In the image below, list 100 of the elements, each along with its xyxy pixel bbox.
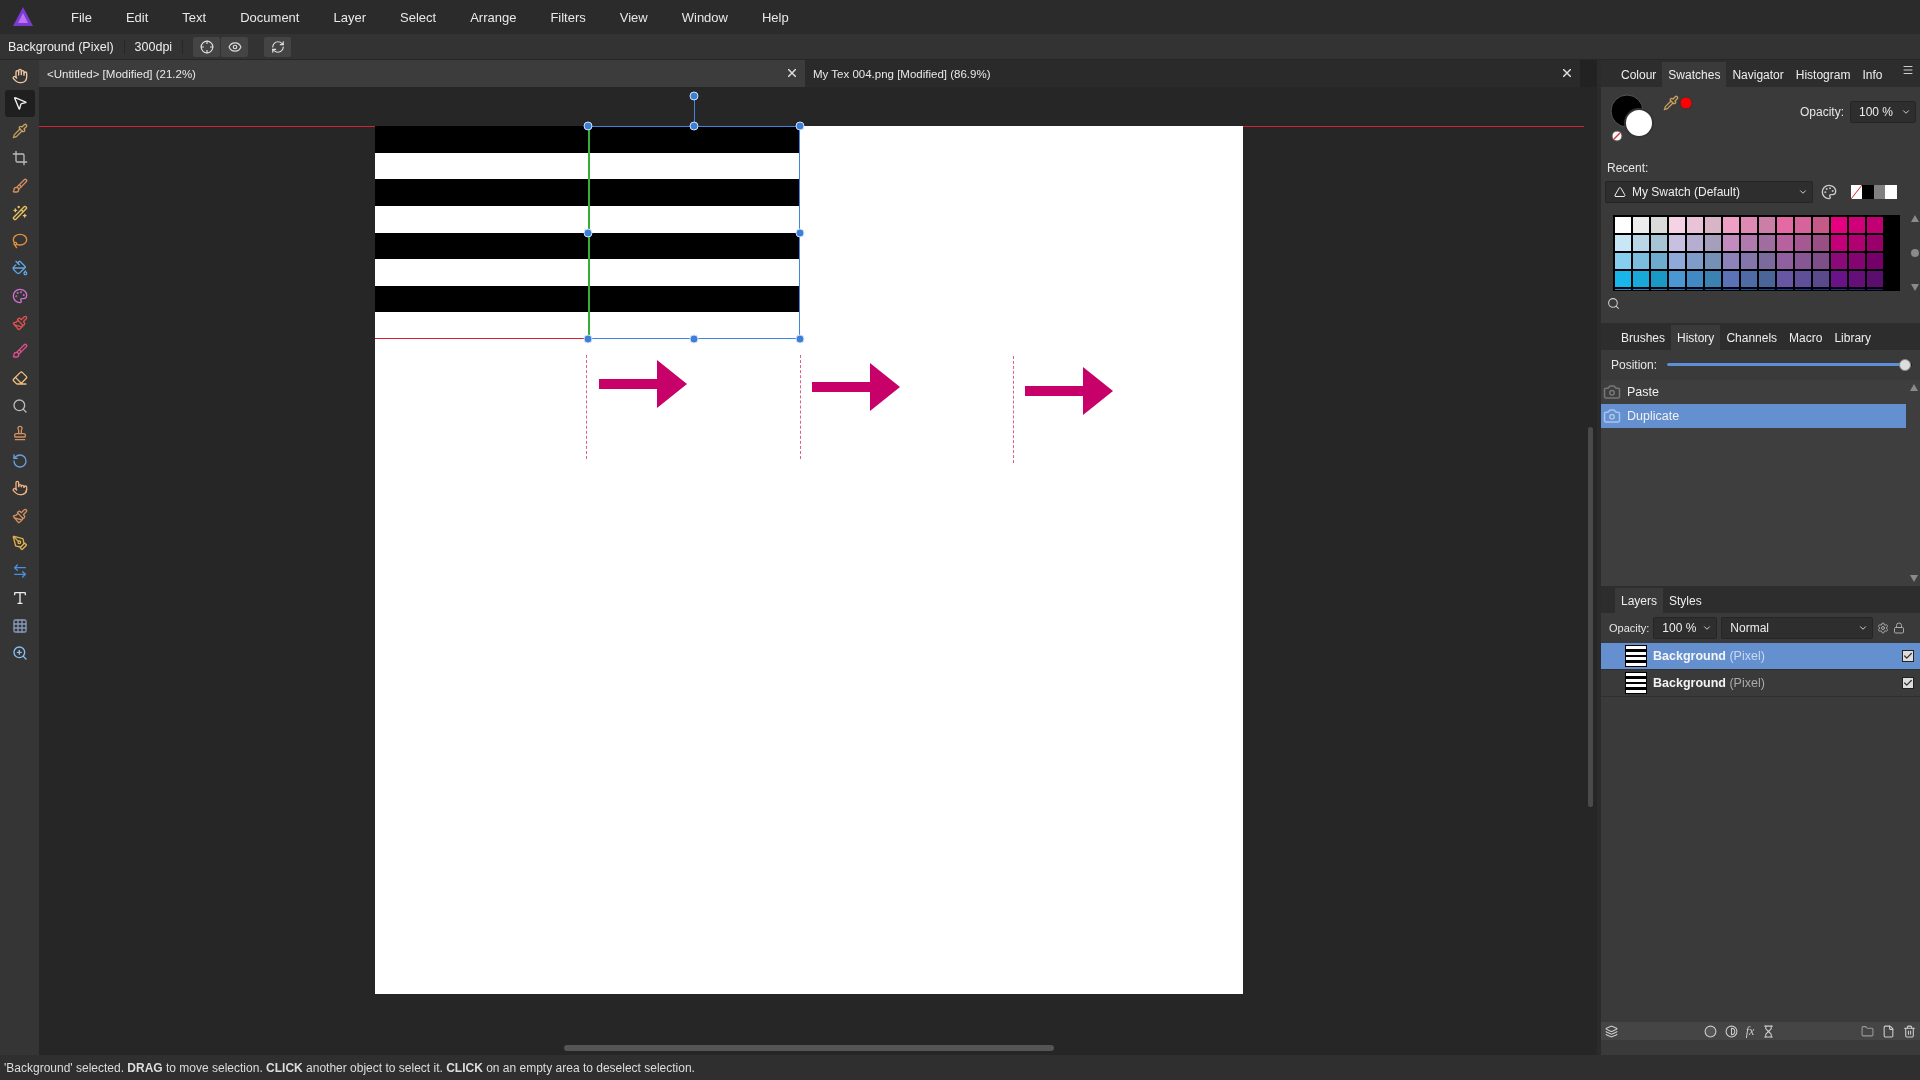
document-tab[interactable]: My Tex 004.png [Modified] (86.9%) [805,60,1580,87]
camera-icon [1603,383,1621,401]
panel-tab[interactable]: Library [1828,325,1878,350]
palette-icon[interactable] [1821,184,1837,200]
layer-thumbnail [1625,672,1647,694]
panel-tab[interactable]: Brushes [1615,325,1672,350]
selection-handle[interactable] [689,91,699,101]
rotate-icon [11,452,28,469]
opacity-dropdown[interactable]: 100 % [1850,101,1916,123]
pointer-icon [11,95,28,112]
panel-tab[interactable]: Info [1856,62,1889,87]
menu-item[interactable]: Layer [316,9,383,25]
pipette-icon[interactable] [1663,95,1679,111]
fx-button[interactable]: fx [1745,1023,1755,1039]
app-logo-icon [12,6,34,28]
search-icon[interactable] [1607,297,1620,310]
close-icon[interactable] [1560,66,1574,80]
lock-icon[interactable] [1893,622,1906,634]
panel-tab[interactable]: Navigator [1726,62,1790,87]
opacity-dropdown[interactable]: 100 % [1653,617,1718,639]
caret-icon [1901,107,1911,117]
layer-name: Background (Pixel) [1653,649,1766,663]
refresh-button[interactable] [264,36,292,57]
magnifier-icon [11,397,28,414]
trash-icon[interactable] [1903,1024,1916,1038]
zoom-icon [11,645,28,662]
scroll-up-icon[interactable] [1911,215,1920,222]
panel-tab[interactable]: Macro [1783,325,1829,350]
triangle-icon [1614,186,1626,198]
crosshair-icon [199,39,214,54]
caret-icon [1858,623,1869,633]
menu-item[interactable]: Select [383,9,454,25]
document-tab[interactable]: <Untitled> [Modified] (21.2%) [39,60,805,87]
recent-colours-drawing [1851,185,1897,199]
scroll-up-icon[interactable] [1910,384,1918,391]
scroll-down-icon[interactable] [1911,284,1920,291]
crop-icon [11,150,28,167]
palette-dropdown[interactable]: My Swatch (Default) [1605,181,1813,203]
colour-dot-icon[interactable] [1679,96,1693,110]
panel-tab[interactable]: Styles [1663,588,1708,613]
adjustment-icon[interactable] [1724,1024,1738,1038]
pipette-icon [11,122,28,139]
caret-icon [1702,623,1713,633]
menu-item[interactable]: Document [223,9,317,25]
eye-icon [227,39,242,54]
menu-item[interactable]: Filters [533,9,603,25]
history-item[interactable]: Paste [1601,380,1906,404]
selection-handle[interactable] [795,228,805,238]
layers-icon[interactable] [1605,1024,1618,1038]
selection-handle[interactable] [583,334,593,344]
menu-item[interactable]: Arrange [453,9,534,25]
panel-tab[interactable]: Colour [1615,62,1663,87]
file-icon[interactable] [1882,1024,1895,1038]
menu-item[interactable]: Text [165,9,224,25]
panel-tab[interactable]: Histogram [1789,62,1857,87]
panel-menu-icon[interactable] [1902,64,1914,76]
eye-button[interactable] [221,36,249,57]
eraser-icon [11,370,28,387]
selection-handle[interactable] [583,121,593,131]
visibility-checkbox[interactable] [1902,677,1914,689]
finger-icon [11,480,28,497]
mask-icon[interactable] [1703,1024,1717,1038]
selection-handle[interactable] [689,334,699,344]
panel-tab[interactable]: Channels [1720,325,1784,350]
swatch-grid-drawing[interactable] [1613,215,1901,291]
refresh-icon [270,39,285,54]
brush-icon [11,342,28,359]
menu-item[interactable]: View [602,9,665,25]
close-icon[interactable] [785,66,799,80]
layer-name: Background (Pixel) [1653,676,1766,690]
menu-item[interactable]: File [54,9,109,25]
grid-icon [11,617,28,634]
dpi-label: 300dpi [134,39,184,54]
selection-handle[interactable] [689,121,699,131]
panel-tab[interactable]: Swatches [1662,62,1727,87]
opacity-label: Opacity: [1609,622,1650,634]
tool-button[interactable] [4,89,35,117]
status-text: 'Background' selected. DRAG to move selection. CLICK another object to select it. CLICK on an empty area to deselect selection. [4,1060,695,1075]
layer-row[interactable]: Background (Pixel) [1601,670,1920,697]
hand-icon [11,67,28,84]
menu-item[interactable]: Window [664,9,745,25]
stamp-icon [11,425,28,442]
selection-handle[interactable] [795,121,805,131]
scroll-down-icon[interactable] [1910,575,1918,582]
panel-tab[interactable]: Layers [1615,588,1664,613]
scroll-thumb-icon[interactable] [1911,249,1920,257]
settings-icon[interactable] [1877,622,1890,634]
menu-item[interactable]: Edit [108,9,166,25]
selection-handle[interactable] [795,334,805,344]
blend-mode-dropdown[interactable]: Normal [1721,617,1874,639]
wand-icon [11,205,28,222]
selection-handle[interactable] [583,228,593,238]
folder-icon[interactable] [1861,1024,1874,1038]
opacity-label: Opacity: [1800,105,1844,119]
hourglass-icon[interactable] [1762,1024,1776,1038]
crosshair-button[interactable] [193,36,221,57]
menu-item[interactable]: Help [744,9,806,25]
panel-tab[interactable]: History [1671,325,1721,350]
visibility-checkbox[interactable] [1902,650,1914,662]
recent-label: Recent: [1607,161,1649,175]
